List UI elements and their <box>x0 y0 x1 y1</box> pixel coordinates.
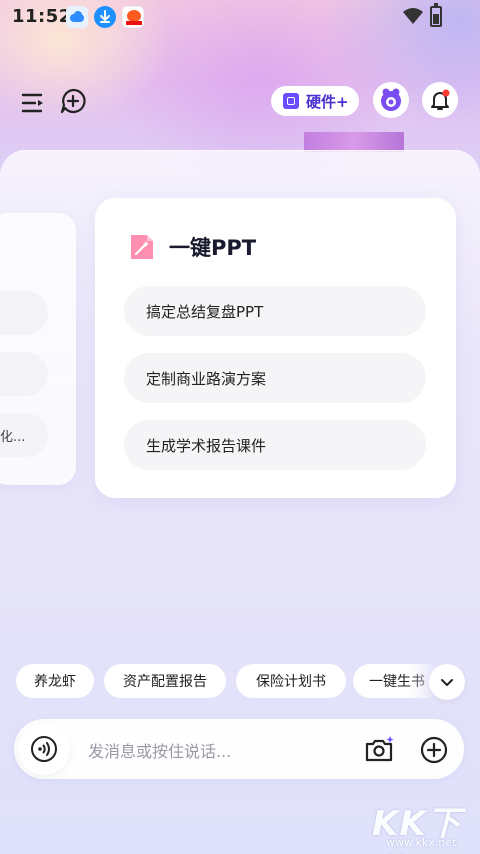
voice-button[interactable] <box>18 723 70 775</box>
plus-circle-icon <box>420 736 448 764</box>
watermark-url: www.kkx.net <box>386 836 457 849</box>
menu-icon[interactable] <box>18 88 48 118</box>
message-input-bar[interactable]: 发消息或按住说话... <box>14 719 464 779</box>
card-title: 一键PPT <box>169 236 257 260</box>
wifi-icon <box>402 7 424 29</box>
watermark: KK下载 www.kkx.net <box>364 796 480 854</box>
banner-photo <box>304 132 404 152</box>
mascot-button[interactable] <box>373 82 409 118</box>
mascot-icon <box>381 88 401 111</box>
ppt-wand-icon <box>129 233 155 261</box>
chevron-down-icon <box>441 679 453 686</box>
left-card-item[interactable] <box>0 352 48 396</box>
suggestion-item[interactable]: 生成学术报告课件 <box>124 420 426 470</box>
hardware-button-label: 硬件+ <box>306 92 349 111</box>
status-bar: 11:52 <box>0 0 480 34</box>
new-chat-icon[interactable] <box>58 86 88 116</box>
message-input[interactable]: 发消息或按住说话... <box>88 738 231 762</box>
battery-icon <box>430 3 442 27</box>
quick-chip[interactable]: 资产配置报告 <box>104 664 226 698</box>
quick-chip-row: 养龙虾 资产配置报告 保险计划书 一键生书 <box>0 664 480 700</box>
card-title-row: 一键PPT <box>129 232 256 262</box>
expand-chips-button[interactable] <box>429 664 465 700</box>
suggestion-item[interactable]: 搞定总结复盘PPT <box>124 286 426 336</box>
cloud-notification-icon <box>66 6 88 28</box>
status-time: 11:52 <box>12 6 72 27</box>
hardware-button[interactable]: 硬件+ <box>271 86 359 116</box>
left-card-item[interactable]: 化... <box>0 413 48 457</box>
hardware-icon <box>283 93 299 109</box>
camera-button[interactable] <box>364 735 396 763</box>
quick-chip[interactable]: 保险计划书 <box>236 664 346 698</box>
camera-icon <box>365 736 394 762</box>
bell-icon <box>431 89 450 110</box>
download-notification-icon <box>94 6 116 28</box>
notification-bell-button[interactable] <box>422 82 458 118</box>
ppt-feature-card[interactable]: 一键PPT 搞定总结复盘PPT 定制商业路演方案 生成学术报告课件 <box>95 198 456 498</box>
left-card-item[interactable] <box>0 291 48 335</box>
voice-wave-icon <box>31 736 57 762</box>
add-button[interactable] <box>419 735 449 765</box>
feature-card-partial[interactable]: 化... <box>0 213 76 485</box>
suggestion-item[interactable]: 定制商业路演方案 <box>124 353 426 403</box>
quick-chip[interactable]: 养龙虾 <box>16 664 94 698</box>
app-notification-icon <box>122 6 144 28</box>
